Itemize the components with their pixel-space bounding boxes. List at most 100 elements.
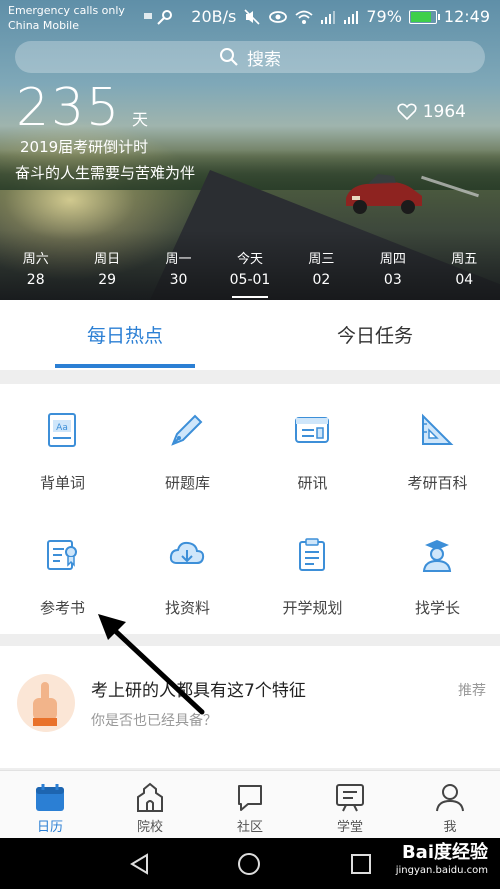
wifi-icon <box>295 10 313 24</box>
pen-icon <box>171 414 203 446</box>
home-icon[interactable] <box>237 852 261 876</box>
svg-text:Aa: Aa <box>56 423 68 433</box>
dictionary-icon: Aa <box>48 413 76 447</box>
search-bar[interactable]: 搜索 <box>15 41 485 73</box>
nav-label: 院校 <box>136 820 163 835</box>
nav-label: 学堂 <box>336 820 363 835</box>
network-speed: 20B/s <box>191 7 237 26</box>
week-strip: 周六 28 周日 29 周一 30 今天 05-01 周三 02 周四 03 周五 04 <box>0 250 500 298</box>
like-button[interactable]: 1964 <box>397 102 466 122</box>
day-item[interactable]: 周六 28 <box>0 250 71 296</box>
day-item[interactable]: 周一 30 <box>143 250 214 296</box>
day-name: 周六 <box>22 252 49 267</box>
grid-item-vocabulary[interactable]: Aa 背单词 <box>0 384 125 509</box>
day-date: 04 <box>455 272 474 288</box>
eye-icon <box>269 10 288 23</box>
chat-icon <box>238 785 262 811</box>
mute-icon <box>244 8 260 25</box>
heart-icon <box>397 103 417 121</box>
countdown-unit: 天 <box>132 110 149 129</box>
nav-profile[interactable]: 我 <box>400 771 500 839</box>
back-icon[interactable] <box>128 852 152 876</box>
day-item[interactable]: 周日 29 <box>71 250 142 296</box>
day-date: 28 <box>26 272 45 288</box>
grid-item-encyclopedia[interactable]: 考研百科 <box>375 384 500 509</box>
watermark: Bai度经验 jingyan.baidu.com <box>396 844 488 880</box>
tab-today-tasks[interactable]: 今日任务 <box>250 321 500 348</box>
pointing-hand-icon <box>33 682 57 726</box>
day-name: 周三 <box>308 252 335 267</box>
clipboard-icon <box>299 538 325 571</box>
carrier-line-operator: China Mobile <box>8 19 80 32</box>
graduate-icon <box>422 540 452 572</box>
news-icon <box>295 417 329 443</box>
carrier-info: Emergency calls only China Mobile <box>8 3 125 33</box>
calendar-icon <box>36 784 64 811</box>
recents-icon[interactable] <box>349 852 373 876</box>
nav-community[interactable]: 社区 <box>200 771 300 839</box>
watermark-sub: jingyan.baidu.com <box>395 865 488 876</box>
tab-indicator <box>55 364 195 368</box>
day-item-today[interactable]: 今天 05-01 <box>214 250 285 298</box>
grid-label: 研题库 <box>164 474 210 492</box>
day-date: 03 <box>383 272 402 288</box>
school-icon <box>137 782 163 812</box>
grid-item-news[interactable]: 研讯 <box>250 384 375 509</box>
certificate-icon <box>47 540 77 570</box>
countdown-motto: 奋斗的人生需要与苦难为伴 <box>15 164 196 182</box>
classroom-icon <box>336 784 364 812</box>
day-item[interactable]: 周三 02 <box>286 250 357 296</box>
grid-label: 研讯 <box>297 474 328 492</box>
profile-icon <box>436 784 464 812</box>
nav-classroom[interactable]: 学堂 <box>300 771 400 839</box>
key-icon <box>144 10 172 25</box>
grid-item-find-senior[interactable]: 找学长 <box>375 509 500 634</box>
like-count: 1964 <box>422 102 466 122</box>
grid-label: 考研百科 <box>407 474 468 492</box>
battery-icon <box>408 9 440 24</box>
day-item[interactable]: 周四 03 <box>357 250 428 296</box>
day-name: 周一 <box>165 252 192 267</box>
notification-icons <box>143 9 183 29</box>
nav-label: 社区 <box>236 820 263 835</box>
nav-calendar[interactable]: 日历 <box>0 771 100 839</box>
nav-label: 日历 <box>36 820 63 835</box>
battery-percent: 79% <box>366 7 402 26</box>
carrier-line-emergency: Emergency calls only <box>8 4 125 17</box>
search-icon <box>220 48 238 66</box>
tab-daily-hot[interactable]: 每日热点 <box>0 321 250 348</box>
nav-label: 我 <box>443 820 457 835</box>
status-bar: Emergency calls only China Mobile 20B/s … <box>0 0 500 36</box>
nav-school[interactable]: 院校 <box>100 771 200 839</box>
annotation-arrow <box>98 614 205 715</box>
article-card[interactable]: 考上研的人都具有这7个特征 你是否也已经具备？ 推荐 <box>0 646 500 768</box>
search-label: 搜索 <box>247 49 281 70</box>
watermark-main: Bai度经验 <box>401 842 488 863</box>
day-date: 30 <box>169 272 188 288</box>
grid-item-question-bank[interactable]: 研题库 <box>125 384 250 509</box>
grid-label: 找学长 <box>414 599 460 617</box>
day-name: 周四 <box>379 252 406 267</box>
tab-bar: 每日热点 今日任务 <box>0 300 500 370</box>
signal-2g-icon <box>344 10 359 24</box>
grid-label: 开学规划 <box>282 599 343 617</box>
status-right: 20B/s 79% 12:49 <box>191 7 490 26</box>
battery-fill <box>410 11 432 22</box>
day-date: 05-01 <box>229 272 271 288</box>
countdown-subtitle: 2019届考研倒计时 <box>20 138 149 156</box>
grid-item-study-plan[interactable]: 开学规划 <box>250 509 375 634</box>
countdown-days: 235 <box>16 78 122 138</box>
day-name: 周日 <box>94 252 121 267</box>
cloud-download-icon <box>169 541 205 564</box>
day-date: 02 <box>312 272 331 288</box>
feature-grid: Aa 背单词 研题库 研讯 考研百科 参考书 找资料 开学规划 找学长 <box>0 384 500 634</box>
car-image <box>346 174 422 214</box>
clock: 12:49 <box>443 7 490 26</box>
article-tag: 推荐 <box>458 683 486 699</box>
signal-icon <box>321 10 336 24</box>
day-date: 29 <box>98 272 117 288</box>
bottom-navigation: 日历 院校 社区 学堂 我 <box>0 770 500 839</box>
day-item[interactable]: 周五 04 <box>429 250 500 296</box>
day-name: 今天 <box>236 252 263 267</box>
grid-label: 背单词 <box>39 474 85 492</box>
